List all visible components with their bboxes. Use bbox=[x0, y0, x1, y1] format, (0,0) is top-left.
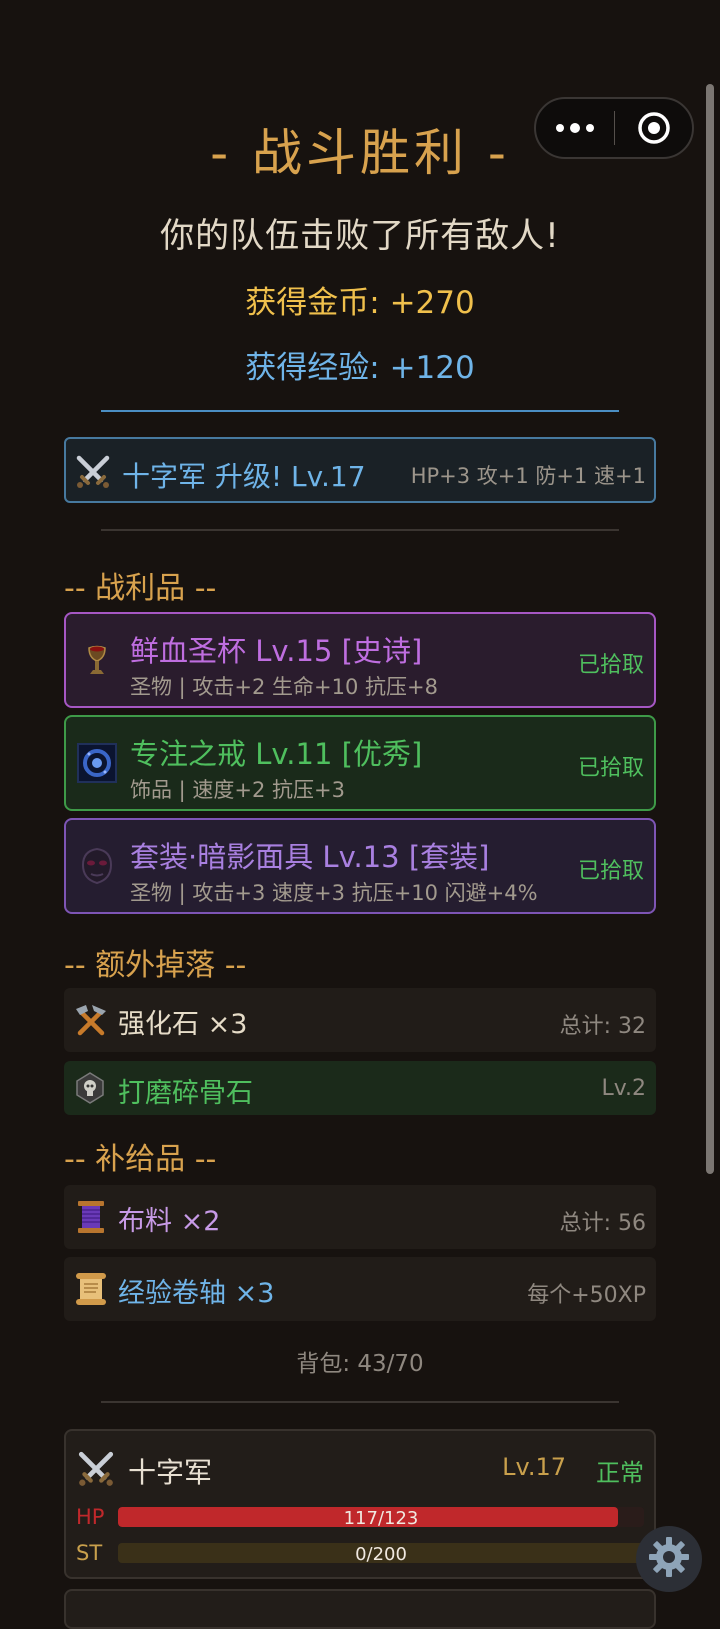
victory-title: - 战斗胜利 - bbox=[210, 124, 510, 182]
levelup-text: 十字军 升级! Lv.17 bbox=[122, 460, 366, 493]
victory-subtitle: 你的队伍击败了所有敌人! bbox=[160, 216, 560, 256]
loot-item-name: 套装·暗影面具 Lv.13 [套装] bbox=[130, 840, 490, 874]
st-bar: 0/200 bbox=[118, 1543, 644, 1563]
loot-item[interactable]: 专注之戒 Lv.11 [优秀] 饰品 | 速度+2 抗压+3 已拾取 bbox=[64, 715, 656, 811]
extra-drop-item[interactable]: 强化石 ×3 总计: 32 bbox=[64, 988, 656, 1052]
xp-reward: 获得经验: +120 bbox=[245, 350, 475, 386]
party-member-card[interactable]: 十字军 Lv.17 正常 HP 117/123 ST 0/200 bbox=[64, 1429, 656, 1579]
bone-stone-icon bbox=[72, 1070, 108, 1110]
extra-drop-name: 打磨碎骨石 bbox=[118, 1078, 253, 1109]
blood-chalice-icon bbox=[76, 639, 118, 681]
crossed-swords-icon bbox=[74, 453, 112, 495]
party-member-status: 正常 bbox=[596, 1459, 644, 1487]
extra-drops-heading: -- 额外掉落 -- bbox=[64, 948, 247, 983]
gold-reward: 获得金币: +270 bbox=[245, 285, 475, 321]
loot-item-name: 鲜血圣杯 Lv.15 [史诗] bbox=[130, 634, 423, 668]
extra-drop-name: 强化石 ×3 bbox=[118, 1009, 248, 1040]
hp-bar: 117/123 bbox=[118, 1507, 644, 1527]
st-label: ST bbox=[76, 1541, 103, 1565]
party-member-card-partial[interactable] bbox=[64, 1589, 656, 1629]
scroll-icon bbox=[72, 1270, 110, 1312]
supply-item[interactable]: 经验卷轴 ×3 每个+50XP bbox=[64, 1257, 656, 1321]
supply-total: 总计: 56 bbox=[559, 1211, 646, 1236]
loot-item-desc: 圣物 | 攻击+3 速度+3 抗压+10 闪避+4% bbox=[130, 881, 538, 905]
extra-drop-total: 总计: 32 bbox=[559, 1014, 646, 1039]
supplies-heading: -- 补给品 -- bbox=[64, 1142, 217, 1177]
settings-button[interactable] bbox=[636, 1526, 702, 1592]
focus-ring-icon bbox=[76, 742, 118, 784]
supply-item[interactable]: 布料 ×2 总计: 56 bbox=[64, 1185, 656, 1249]
party-member-name: 十字军 bbox=[128, 1456, 213, 1489]
party-member-level: Lv.17 bbox=[502, 1453, 566, 1481]
hp-text: 117/123 bbox=[343, 1508, 419, 1527]
loot-item-status: 已拾取 bbox=[577, 756, 644, 781]
loot-item-name: 专注之戒 Lv.11 [优秀] bbox=[130, 737, 423, 771]
extra-drop-item[interactable]: 打磨碎骨石 Lv.2 bbox=[64, 1061, 656, 1115]
bag-capacity: 背包: 43/70 bbox=[296, 1351, 424, 1377]
hammer-pick-icon bbox=[72, 1001, 110, 1043]
levelup-banner: 十字军 升级! Lv.17 HP+3 攻+1 防+1 速+1 bbox=[64, 437, 656, 503]
crossed-swords-icon bbox=[76, 1449, 116, 1493]
divider bbox=[101, 529, 619, 531]
divider bbox=[101, 1401, 619, 1403]
loot-item[interactable]: 鲜血圣杯 Lv.15 [史诗] 圣物 | 攻击+2 生命+10 抗压+8 已拾取 bbox=[64, 612, 656, 708]
loot-item-status: 已拾取 bbox=[577, 653, 644, 678]
gear-icon bbox=[647, 1535, 691, 1583]
shadow-mask-icon bbox=[76, 845, 118, 887]
divider bbox=[101, 410, 619, 412]
st-text: 0/200 bbox=[355, 1544, 407, 1563]
extra-drop-level: Lv.2 bbox=[601, 1076, 646, 1101]
hp-label: HP bbox=[76, 1505, 105, 1529]
levelup-stats: HP+3 攻+1 防+1 速+1 bbox=[410, 464, 646, 488]
battle-result-screen: - 战斗胜利 - 你的队伍击败了所有敌人! 获得金币: +270 获得经验: +… bbox=[0, 0, 720, 1629]
thread-spool-icon bbox=[72, 1198, 110, 1240]
loot-item-desc: 圣物 | 攻击+2 生命+10 抗压+8 bbox=[130, 675, 439, 699]
supply-bonus: 每个+50XP bbox=[527, 1283, 646, 1308]
loot-item-status: 已拾取 bbox=[577, 859, 644, 884]
loot-heading: -- 战利品 -- bbox=[64, 571, 217, 606]
supply-name: 经验卷轴 ×3 bbox=[118, 1278, 275, 1309]
loot-item[interactable]: 套装·暗影面具 Lv.13 [套装] 圣物 | 攻击+3 速度+3 抗压+10 … bbox=[64, 818, 656, 914]
loot-item-desc: 饰品 | 速度+2 抗压+3 bbox=[130, 778, 346, 802]
supply-name: 布料 ×2 bbox=[118, 1206, 221, 1237]
